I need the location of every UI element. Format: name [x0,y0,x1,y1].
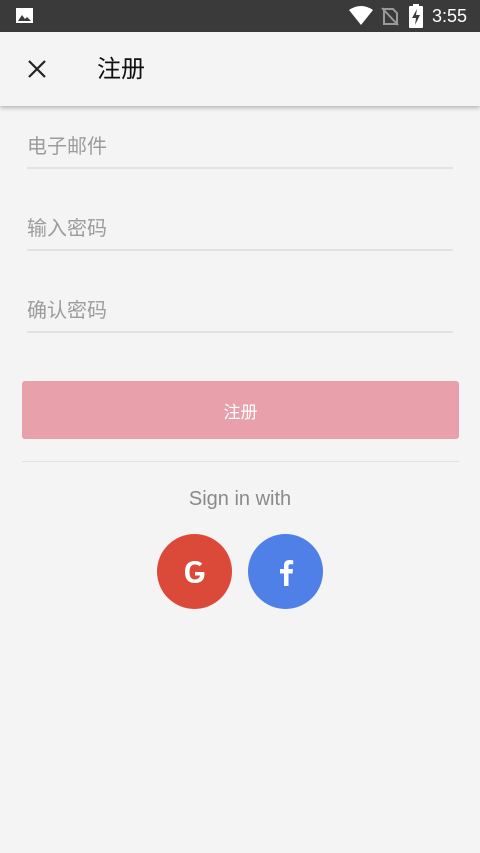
password-field-wrapper [27,209,453,251]
facebook-sign-in-button[interactable] [248,534,323,609]
page-title: 注册 [97,55,145,83]
wifi-icon [349,6,373,25]
email-field-wrapper [27,127,453,169]
no-sim-icon [381,7,399,26]
confirm-password-field[interactable] [27,291,453,329]
password-field[interactable] [27,209,453,247]
close-button[interactable] [14,46,60,92]
battery-charging-icon [409,4,423,28]
status-bar: 3:55 [0,0,480,32]
divider [22,461,459,462]
sign-in-with-label: Sign in with [188,488,292,510]
facebook-icon [279,559,293,586]
google-icon [184,560,204,583]
confirm-password-field-wrapper [27,291,453,333]
status-time: 3:55 [432,6,468,26]
app-bar: 注册 [0,32,480,106]
close-icon [28,60,46,78]
register-button[interactable]: 注册 [22,381,459,439]
google-sign-in-button[interactable] [157,534,232,609]
email-field[interactable] [27,127,453,165]
image-icon [16,8,33,23]
